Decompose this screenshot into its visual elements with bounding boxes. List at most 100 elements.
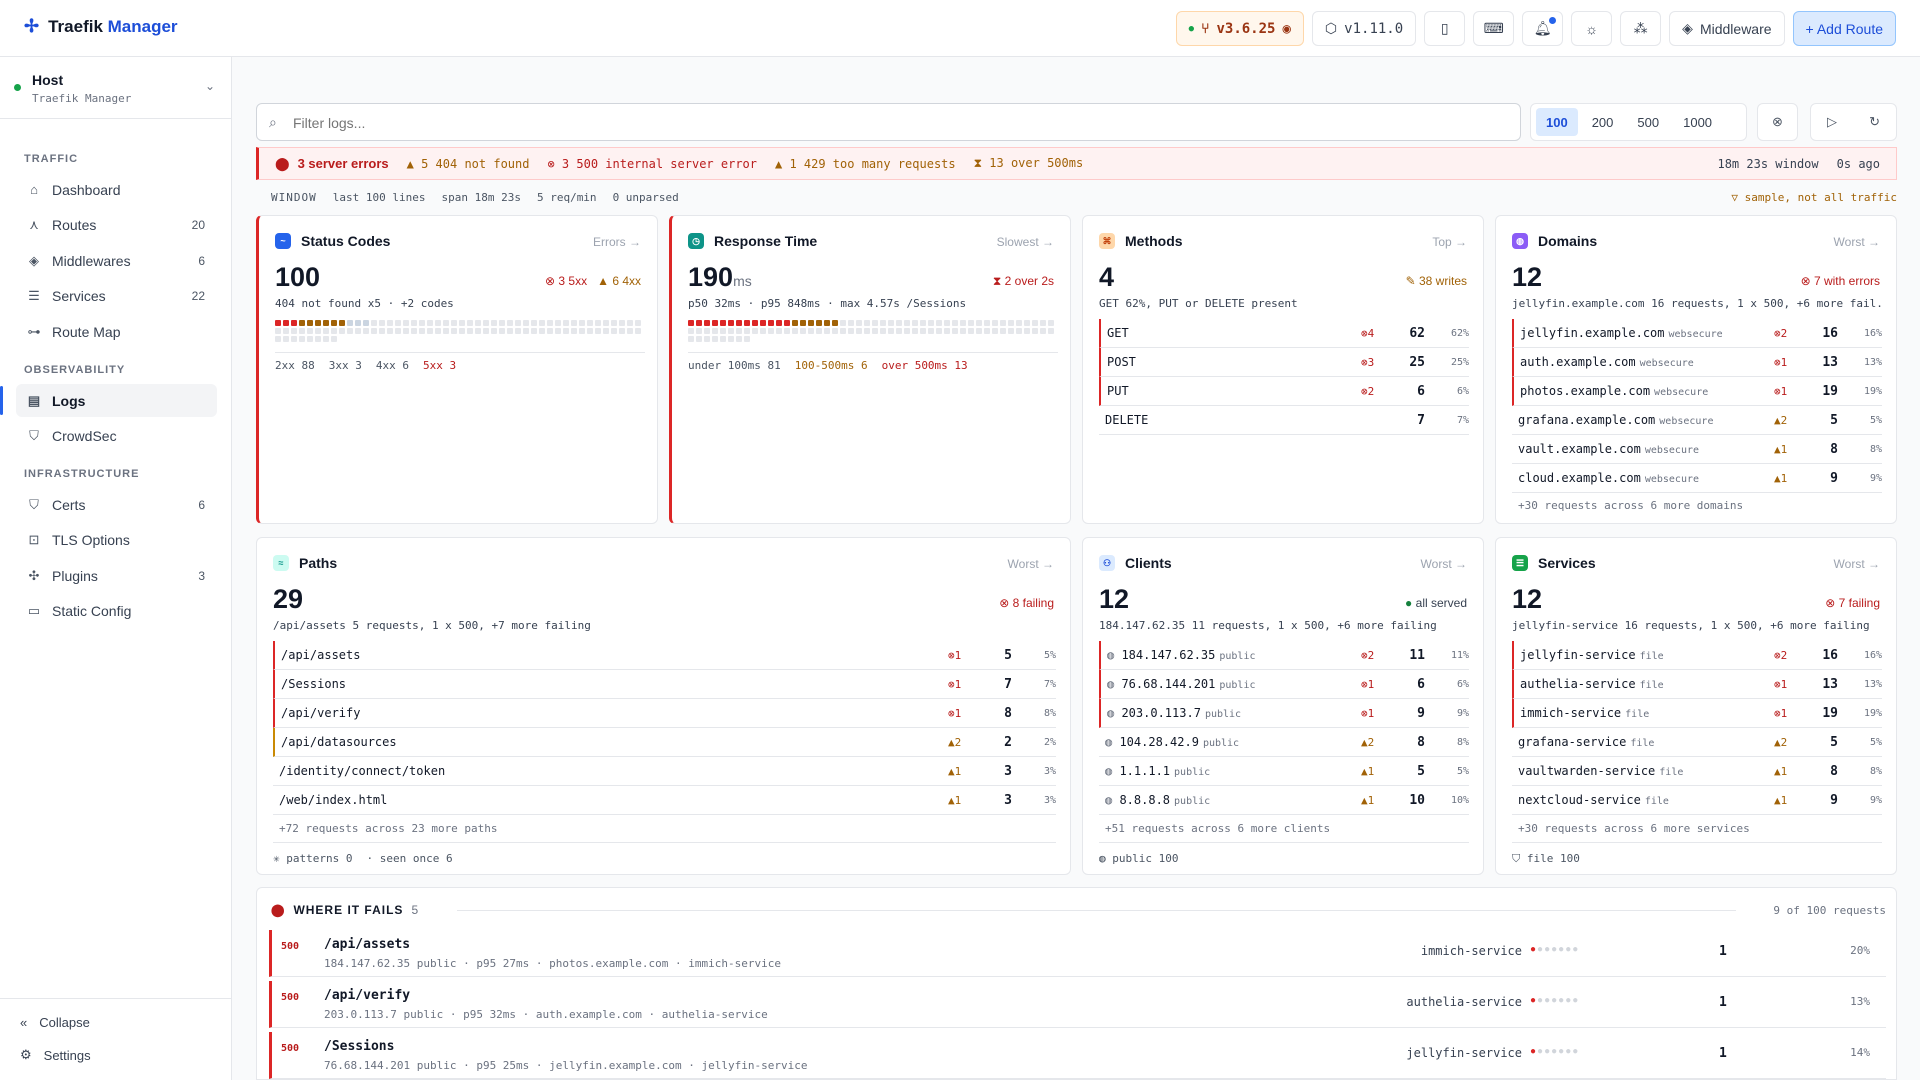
status-block — [299, 320, 305, 326]
worst-link[interactable]: Worst → — [1834, 557, 1880, 571]
fail-row[interactable]: 500/api/assets 184.147.62.35 public · p95… — [269, 930, 1886, 977]
clients-footer: ◍ public 100 — [1099, 852, 1178, 865]
status-block — [531, 320, 537, 326]
item-name: GET — [1107, 326, 1129, 340]
list-item[interactable]: /web/index.html ▲1 3 3% — [273, 786, 1056, 815]
item-percent: 9% — [1456, 707, 1469, 719]
response-blocks — [688, 320, 1058, 342]
middleware-button[interactable]: ◈ Middleware — [1669, 11, 1785, 46]
item-percent: 9% — [1869, 794, 1882, 806]
item-value: 9 — [1830, 470, 1838, 486]
list-item[interactable]: vaultwarden-service file ▲1 8 8% — [1512, 757, 1882, 786]
list-item[interactable]: vault.example.com websecure ▲1 8 8% — [1512, 435, 1882, 464]
list-item[interactable]: POST ⊗3 25 25% — [1099, 348, 1469, 377]
sidebar-item-route-map[interactable]: ⊶ Route Map — [16, 315, 217, 348]
list-item[interactable]: DELETE 7 7% — [1099, 406, 1469, 435]
status-block — [459, 320, 465, 326]
list-item[interactable]: immich-service file ⊗1 19 19% — [1512, 699, 1882, 728]
sidebar-item-crowdsec[interactable]: ⛉ CrowdSec — [16, 419, 217, 452]
list-item[interactable]: auth.example.com websecure ⊗1 13 13% — [1512, 348, 1882, 377]
top-link[interactable]: Top → — [1432, 235, 1467, 249]
limit-200[interactable]: 200 — [1582, 108, 1624, 136]
list-item[interactable]: ◍ 203.0.113.7 public ⊗1 9 9% — [1099, 699, 1469, 728]
list-item[interactable]: ◍ 104.28.42.9 public ▲2 8 8% — [1099, 728, 1469, 757]
theme-button[interactable]: ☼ — [1571, 11, 1613, 46]
sidebar-item-logs[interactable]: ▤ Logs — [0, 384, 217, 417]
status-block — [291, 320, 297, 326]
list-item[interactable]: /api/verify ⊗1 8 8% — [273, 699, 1056, 728]
list-item[interactable]: cloud.example.com websecure ▲1 9 9% — [1512, 464, 1882, 493]
list-item[interactable]: /identity/connect/token ▲1 3 3% — [273, 757, 1056, 786]
status-block — [523, 320, 529, 326]
list-item[interactable]: ◍ 184.147.62.35 public ⊗2 11 11% — [1099, 641, 1469, 670]
item-percent: 16% — [1863, 649, 1882, 661]
sidebar-item-routes[interactable]: ⋏ Routes 20 — [16, 208, 217, 241]
list-item[interactable]: grafana-service file ▲2 5 5% — [1512, 728, 1882, 757]
collapse-button[interactable]: « Collapse — [20, 1015, 90, 1030]
topology-button[interactable]: ⁂ — [1620, 11, 1662, 46]
list-item[interactable]: /api/datasources ▲2 2 2% — [273, 728, 1056, 757]
domains-card: ◍ Domains Worst → 12 ⊗ 7 with errors jell… — [1495, 215, 1897, 524]
limit-1000[interactable]: 1000 — [1673, 108, 1722, 136]
list-item[interactable]: ◍ 76.68.144.201 public ⊗1 6 6% — [1099, 670, 1469, 699]
play-button[interactable]: ▷ — [1827, 114, 1837, 130]
item-percent: 3% — [1043, 794, 1056, 806]
add-route-button[interactable]: + Add Route — [1792, 11, 1896, 46]
list-item[interactable]: PUT ⊗2 6 6% — [1099, 377, 1469, 406]
notifications-button[interactable]: 🔔︎ — [1522, 11, 1564, 46]
errors-link[interactable]: Errors → — [593, 235, 641, 249]
sidebar-item-middlewares[interactable]: ◈ Middlewares 6 — [16, 244, 217, 277]
status-code: 500 — [281, 992, 300, 1003]
list-item[interactable]: jellyfin-service file ⊗2 16 16% — [1512, 641, 1882, 670]
item-percent: 13% — [1863, 356, 1882, 368]
list-item[interactable]: authelia-service file ⊗1 13 13% — [1512, 670, 1882, 699]
sidebar-item-tls-options[interactable]: ⊡ TLS Options — [16, 523, 217, 556]
server-icon: ☰ — [28, 287, 40, 303]
list-item[interactable]: nextcloud-service file ▲1 9 9% — [1512, 786, 1882, 815]
status-block — [411, 320, 417, 326]
worst-link[interactable]: Worst → — [1421, 557, 1467, 571]
app-version-button[interactable]: ⬡ v1.11.0 — [1311, 11, 1417, 46]
info-icon: ◉ — [1282, 20, 1291, 37]
status-block — [347, 320, 353, 326]
limit-500[interactable]: 500 — [1627, 108, 1669, 136]
sidebar-item-services[interactable]: ☰ Services 22 — [16, 279, 217, 312]
sidebar-item-certs[interactable]: ⛉ Certs 6 — [16, 488, 217, 521]
slowest-link[interactable]: Slowest → — [997, 235, 1054, 249]
list-item[interactable]: ◍ 8.8.8.8 public ▲1 10 10% — [1099, 786, 1469, 815]
sidebar-item-dashboard[interactable]: ⌂ Dashboard — [16, 173, 217, 206]
fail-row[interactable]: 500/api/verify 203.0.113.7 public · p95 3… — [269, 981, 1886, 1028]
status-block — [720, 336, 726, 342]
item-value: 13 — [1822, 354, 1838, 370]
status-block — [888, 320, 894, 326]
sidebar-item-plugins[interactable]: ✣ Plugins 3 — [16, 559, 217, 592]
list-item[interactable]: /api/assets ⊗1 5 5% — [273, 641, 1056, 670]
list-item[interactable]: photos.example.com websecure ⊗1 19 19% — [1512, 377, 1882, 406]
app-logo[interactable]: ✢ Traefik Manager — [24, 16, 178, 37]
status-block — [1024, 320, 1030, 326]
clear-filter-button[interactable]: ⊗ — [1757, 103, 1798, 141]
status-block — [752, 328, 758, 334]
traefik-version-button[interactable]: ● ⑂ v3.6.25 ◉ — [1175, 11, 1304, 46]
list-item[interactable]: GET ⊗4 62 62% — [1099, 319, 1469, 348]
filter-input[interactable] — [293, 112, 1493, 134]
list-item[interactable]: ◍ 1.1.1.1 public ▲1 5 5% — [1099, 757, 1469, 786]
item-value: 16 — [1822, 325, 1838, 341]
fail-row[interactable]: 500/Sessions 76.68.144.201 public · p95 2… — [269, 1032, 1886, 1079]
host-selector[interactable]: Host Traefik Manager ⌄ — [0, 57, 231, 119]
list-item[interactable]: grafana.example.com websecure ▲2 5 5% — [1512, 406, 1882, 435]
refresh-button[interactable]: ↻ — [1869, 114, 1880, 130]
keyboard-button[interactable]: ⌨ — [1473, 11, 1515, 46]
response-footer: under 100ms 81 100-500ms 6 over 500ms 13 — [688, 359, 968, 372]
list-item[interactable]: /Sessions ⊗1 7 7% — [273, 670, 1056, 699]
worst-link[interactable]: Worst → — [1008, 557, 1054, 571]
settings-button[interactable]: ⚙ Settings — [20, 1047, 91, 1063]
list-item[interactable]: jellyfin.example.com websecure ⊗2 16 16% — [1512, 319, 1882, 348]
docs-button[interactable]: ▯ — [1424, 11, 1466, 46]
status-block — [896, 328, 902, 334]
status-block — [760, 328, 766, 334]
status-block — [435, 328, 441, 334]
sidebar-item-static-config[interactable]: ▭ Static Config — [16, 594, 217, 627]
limit-100[interactable]: 100 — [1536, 108, 1578, 136]
worst-link[interactable]: Worst → — [1834, 235, 1880, 249]
